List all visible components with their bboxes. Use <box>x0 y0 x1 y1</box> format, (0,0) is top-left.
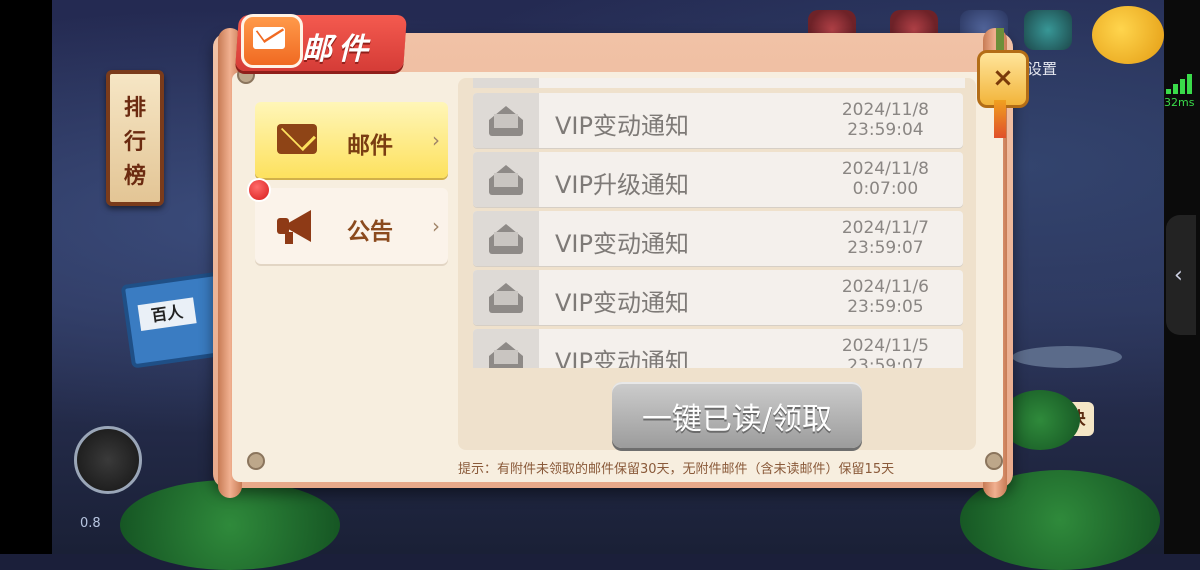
envelope-open-icon <box>489 224 523 254</box>
envelope-open-icon <box>489 342 523 368</box>
envelope-icon <box>277 124 317 154</box>
list-item-peek <box>473 78 965 88</box>
megaphone-icon <box>275 206 321 246</box>
fish-mascot-icon[interactable] <box>1092 6 1164 64</box>
mail-list-item[interactable]: VIP升级通知 2024/11/8 0:07:00 <box>473 152 963 207</box>
settings-gear-icon[interactable] <box>1024 10 1072 50</box>
envelope-open-icon <box>489 165 523 195</box>
settings-label: 设置 <box>1027 60 1058 78</box>
mail-timestamp: 2024/11/7 23:59:07 <box>842 218 929 258</box>
mail-icon-box <box>473 329 539 368</box>
mail-time: 0:07:00 <box>852 179 919 199</box>
mail-category-menu: 邮件 › 公告 › <box>250 95 450 455</box>
mail-list-item[interactable]: VIP变动通知 2024/11/6 23:59:05 <box>473 270 963 325</box>
mail-timestamp: 2024/11/8 23:59:04 <box>842 100 929 140</box>
mail-list[interactable]: VIP变动通知 2024/11/8 23:59:04 VIP升级通知 2024/11/8… <box>473 78 965 368</box>
tassel-decor <box>994 100 1006 138</box>
mail-time: 23:59:05 <box>847 297 924 317</box>
chevron-right-icon: › <box>432 214 440 238</box>
read-all-label: 一键已读/领取 <box>641 402 833 437</box>
leaderboard-char-3: 榜 <box>123 163 146 189</box>
close-icon: × <box>992 63 1014 93</box>
mail-date: 2024/11/7 <box>841 218 929 238</box>
mail-icon-box <box>473 152 539 207</box>
chevron-right-icon: › <box>432 128 440 152</box>
mail-title: VIP变动通知 <box>555 112 689 140</box>
mail-list-item[interactable]: VIP变动通知 2024/11/5 23:59:07 <box>473 329 963 368</box>
mail-time: 23:59:04 <box>847 120 924 140</box>
mail-list-item[interactable]: VIP变动通知 2024/11/7 23:59:07 <box>473 211 963 266</box>
envelope-open-icon <box>489 106 523 136</box>
mail-date: 2024/11/5 <box>841 336 929 356</box>
mail-icon-box <box>473 270 539 325</box>
unread-badge <box>247 178 271 202</box>
envelope-open-icon <box>489 283 523 313</box>
pin-decor <box>985 452 1003 470</box>
mail-title: VIP变动通知 <box>555 348 689 368</box>
leaderboard-char-2: 行 <box>123 129 146 155</box>
dialog-title: 邮件 <box>302 32 374 67</box>
mail-title: VIP升级通知 <box>555 171 689 199</box>
tab-mail-label: 邮件 <box>347 133 393 159</box>
tab-announcement[interactable]: 公告 › <box>255 188 448 264</box>
avatar-button[interactable] <box>74 426 142 494</box>
mail-title-icon <box>241 14 303 68</box>
mail-icon-box <box>473 211 539 266</box>
mail-time: 23:59:07 <box>847 356 924 368</box>
ping-readout: 32ms <box>1164 96 1195 109</box>
mail-list-item[interactable]: VIP变动通知 2024/11/8 23:59:04 <box>473 93 963 148</box>
left-bezel <box>0 0 52 554</box>
tab-announcement-label: 公告 <box>347 219 393 245</box>
balance-value: 0.8 <box>80 516 101 531</box>
mail-time: 23:59:07 <box>847 238 924 258</box>
mail-timestamp: 2024/11/8 0:07:00 <box>842 159 929 199</box>
table-decor <box>1012 346 1122 368</box>
side-drawer-handle[interactable]: ‹ <box>1166 215 1196 335</box>
read-all-claim-button[interactable]: 一键已读/领取 <box>612 382 862 448</box>
leaderboard-char-1: 排 <box>123 95 146 121</box>
mail-date: 2024/11/8 <box>841 100 929 120</box>
tab-mail[interactable]: 邮件 › <box>255 102 448 178</box>
mail-date: 2024/11/8 <box>841 159 929 179</box>
mail-timestamp: 2024/11/5 23:59:07 <box>842 336 929 368</box>
book-label: 百人 <box>137 297 197 331</box>
signal-icon <box>1166 74 1194 94</box>
retention-hint: 提示：有附件未领取的邮件保留30天，无附件邮件（含未读邮件）保留15天 <box>458 462 895 477</box>
mail-date: 2024/11/6 <box>841 277 929 297</box>
mail-title: VIP变动通知 <box>555 289 689 317</box>
mail-title: VIP变动通知 <box>555 230 689 258</box>
chevron-left-icon: ‹ <box>1174 263 1183 288</box>
mail-icon-box <box>473 93 539 148</box>
lantern-hook <box>996 28 1004 52</box>
mail-timestamp: 2024/11/6 23:59:05 <box>842 277 929 317</box>
leaderboard-plaque[interactable]: 排 行 榜 <box>106 70 164 206</box>
